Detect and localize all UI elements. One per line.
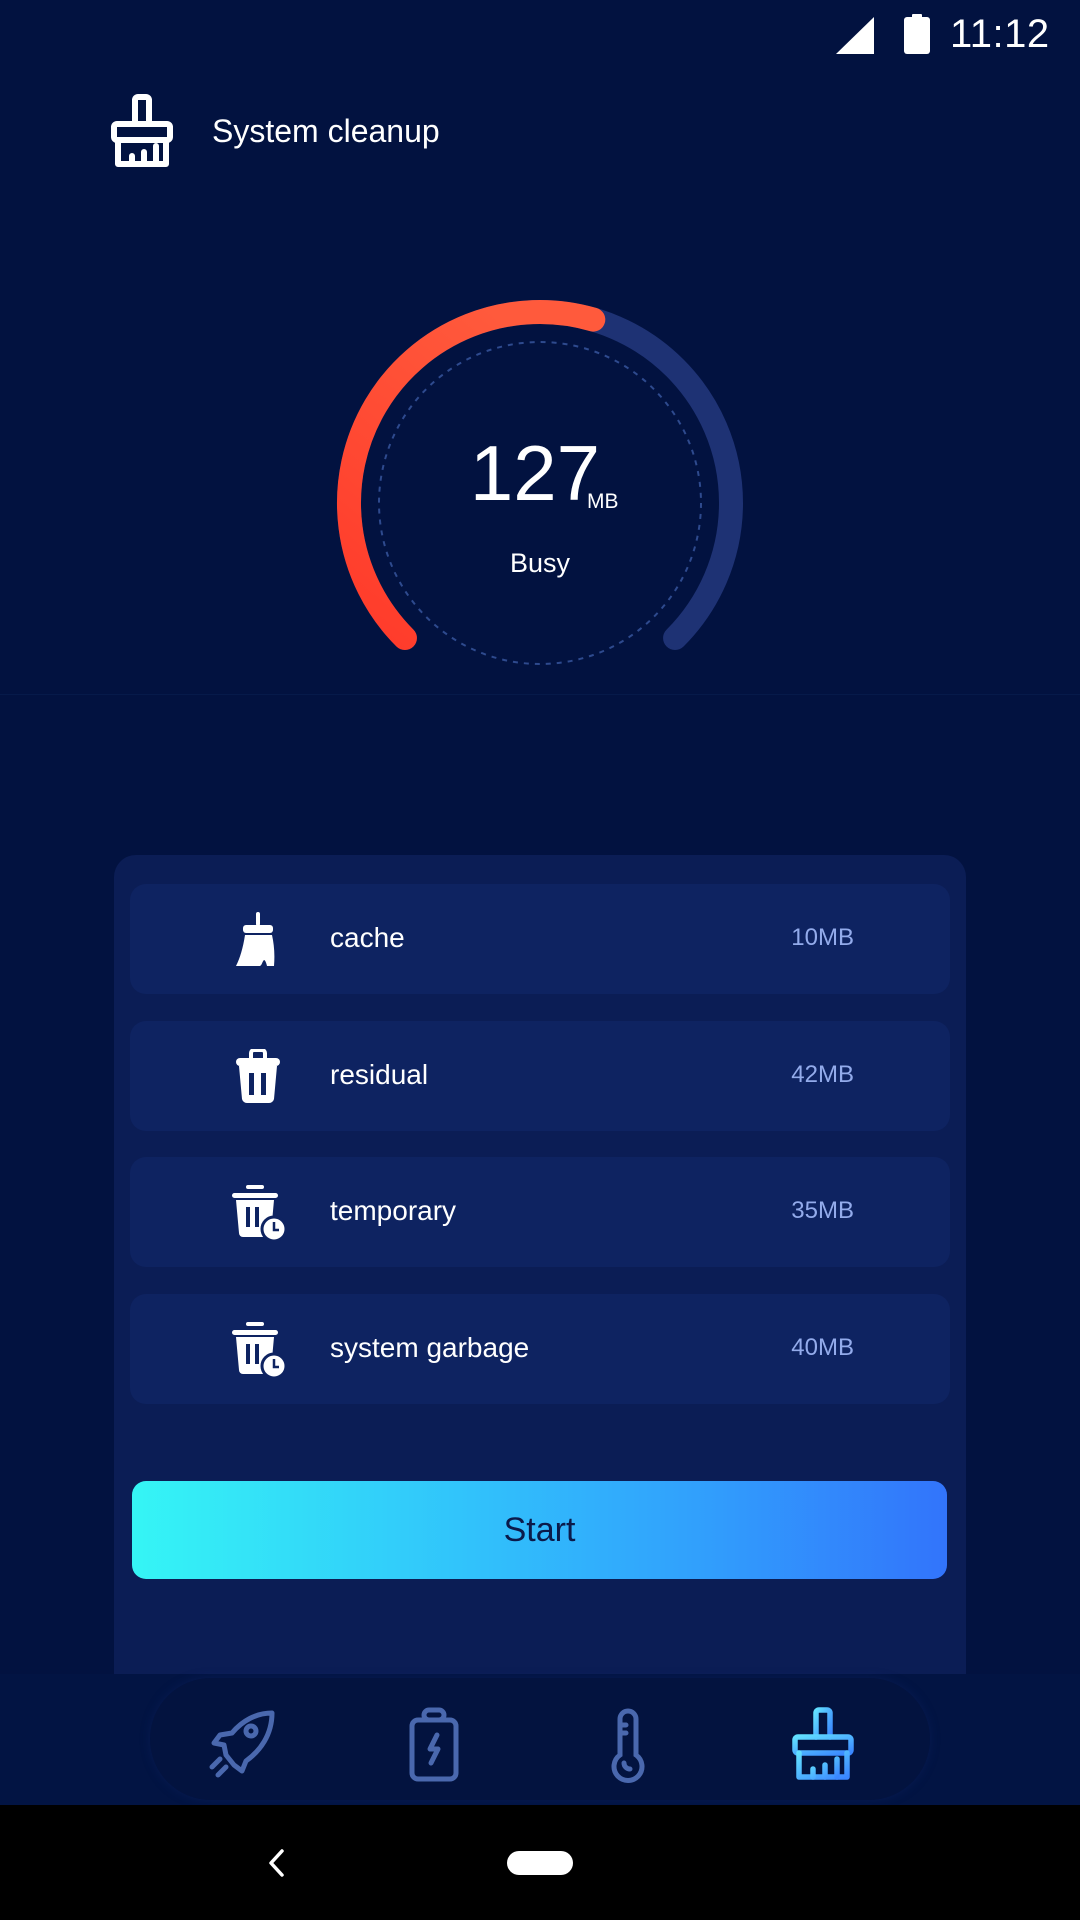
item-label: cache xyxy=(330,922,405,953)
battery-charge-icon xyxy=(409,1707,459,1782)
junk-item-temporary[interactable]: temporary 35MB xyxy=(130,1157,950,1267)
trash-clock-icon xyxy=(232,1322,286,1378)
nav-item-battery[interactable] xyxy=(389,1700,479,1790)
status-time: 11:12 xyxy=(950,12,1050,56)
start-button[interactable]: Start xyxy=(132,1481,947,1579)
gauge-status: Busy xyxy=(509,548,571,578)
item-label: temporary xyxy=(330,1195,457,1226)
nav-item-cleanup[interactable] xyxy=(778,1700,868,1790)
junk-item-system-garbage[interactable]: system garbage 40MB xyxy=(130,1294,950,1404)
trash-clock-icon xyxy=(232,1185,286,1241)
broom-icon xyxy=(236,912,275,966)
brush-icon xyxy=(111,94,173,167)
junk-item-residual[interactable]: residual 42MB xyxy=(130,1021,950,1131)
back-chevron-icon[interactable] xyxy=(258,1843,298,1883)
item-size: 35MB xyxy=(791,1197,854,1224)
nav-item-boost[interactable] xyxy=(197,1700,287,1790)
thermometer-icon xyxy=(611,1708,645,1783)
home-button[interactable] xyxy=(507,1851,573,1875)
nav-item-cooler[interactable] xyxy=(583,1700,673,1790)
start-button-label: Start xyxy=(503,1510,576,1549)
rocket-icon xyxy=(209,1710,275,1778)
trash-icon xyxy=(236,1049,280,1104)
item-size: 10MB xyxy=(791,924,854,951)
item-label: residual xyxy=(330,1059,429,1090)
signal-icon xyxy=(836,17,874,54)
page-title: System cleanup xyxy=(212,113,440,149)
section-divider xyxy=(0,694,1080,695)
item-label: system garbage xyxy=(330,1332,530,1363)
item-size: 42MB xyxy=(791,1061,854,1088)
gauge-unit: MB xyxy=(587,490,619,513)
brush-icon xyxy=(792,1707,854,1780)
battery-icon xyxy=(904,14,930,54)
junk-item-cache[interactable]: cache 10MB xyxy=(130,884,950,994)
item-size: 40MB xyxy=(791,1334,854,1361)
gauge-value: 127 xyxy=(469,429,600,517)
